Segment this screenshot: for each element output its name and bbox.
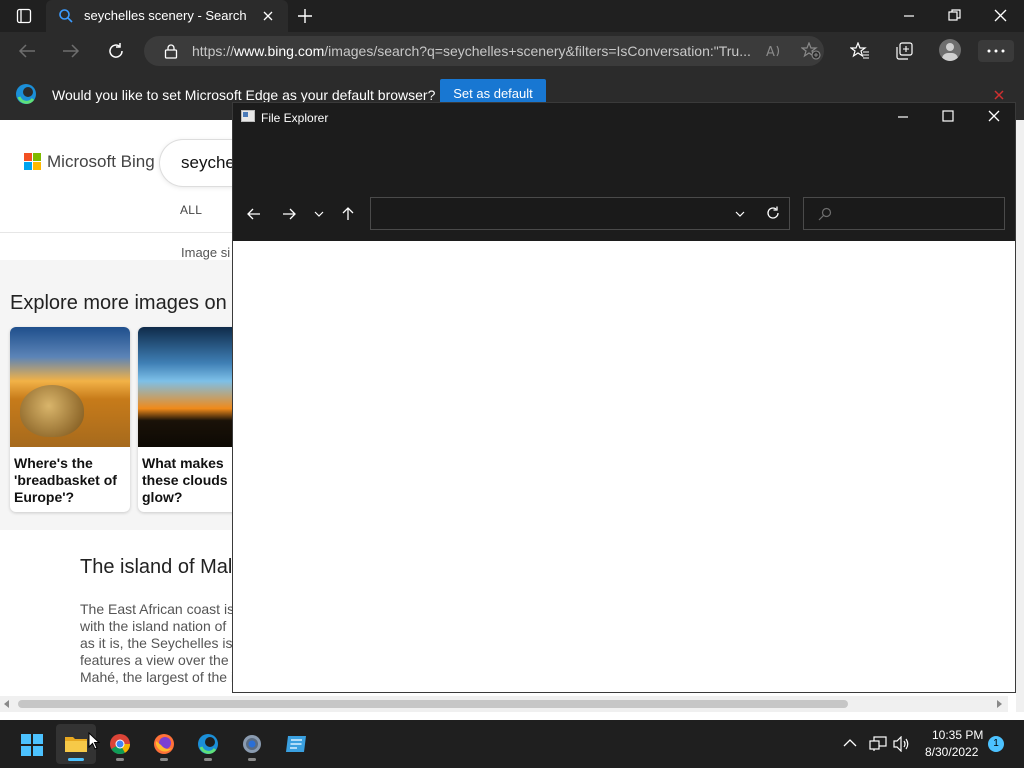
collections-icon[interactable] [895, 42, 914, 60]
new-tab-icon[interactable] [297, 8, 313, 24]
tab-all[interactable]: ALL [180, 203, 202, 217]
network-icon[interactable] [869, 736, 887, 752]
close-icon[interactable] [994, 9, 1007, 22]
hay-bale-shape [20, 385, 84, 437]
firefox-icon [153, 733, 175, 755]
search-icon [818, 207, 832, 221]
taskbar: 10:35 PM 8/30/2022 1 [0, 720, 1024, 768]
explore-title: Explore more images on [10, 292, 227, 314]
taskbar-app[interactable] [276, 724, 316, 764]
chevron-down-icon[interactable] [735, 211, 745, 217]
taskbar-firefox[interactable] [144, 724, 184, 764]
article-body: The East African coast is with the islan… [80, 601, 235, 685]
restore-icon[interactable] [948, 9, 961, 22]
favorites-icon[interactable] [850, 42, 870, 60]
edge-icon [197, 733, 219, 755]
file-explorer-search-field[interactable] [803, 197, 1005, 230]
running-indicator [116, 758, 124, 761]
address-bar[interactable]: https://www.bing.com/images/search?q=sey… [144, 36, 824, 66]
tab-strip: seychelles scenery - Search [0, 0, 1024, 32]
explore-card[interactable]: Where's the 'breadbasket of Europe'? [10, 327, 130, 512]
scroll-right-icon[interactable] [996, 700, 1002, 708]
bing-logo-text[interactable]: Microsoft Bing [47, 152, 155, 172]
maximize-icon[interactable] [942, 110, 954, 122]
lock-icon[interactable] [164, 43, 178, 59]
taskbar-chrome[interactable] [100, 724, 140, 764]
article-title: The island of Mal [80, 556, 233, 578]
refresh-icon[interactable] [107, 42, 125, 60]
tab-title: seychelles scenery - Search [84, 8, 247, 23]
file-explorer-content[interactable] [233, 241, 1015, 692]
close-icon[interactable] [988, 110, 1000, 122]
running-indicator [204, 758, 212, 761]
chrome-icon [109, 733, 131, 755]
folder-icon [64, 734, 88, 754]
horizontal-scrollbar[interactable] [0, 696, 1008, 712]
taskbar-settings[interactable] [232, 724, 272, 764]
mouse-cursor-icon [88, 732, 100, 750]
gear-icon [241, 733, 263, 755]
scroll-left-icon[interactable] [4, 700, 10, 708]
window-app-icon [285, 735, 307, 753]
filter-image-size[interactable]: Image si [181, 245, 230, 260]
file-explorer-app-icon [241, 110, 255, 122]
settings-more-button[interactable] [978, 40, 1014, 62]
card-caption: Where's the 'breadbasket of Europe'? [14, 455, 117, 505]
browser-tab[interactable]: seychelles scenery - Search [46, 0, 288, 32]
minimize-icon[interactable] [897, 111, 909, 123]
volume-icon[interactable] [893, 736, 911, 752]
search-query: seyche [181, 153, 235, 172]
clock-date[interactable]: 8/30/2022 [925, 745, 978, 759]
forward-icon[interactable] [282, 208, 296, 220]
file-explorer-address-field[interactable] [370, 197, 790, 230]
back-icon[interactable] [247, 208, 261, 220]
read-aloud-icon[interactable]: A [765, 42, 783, 60]
taskbar-edge[interactable] [188, 724, 228, 764]
minimize-icon[interactable] [903, 10, 915, 22]
start-button[interactable] [12, 724, 52, 764]
up-icon[interactable] [342, 207, 354, 221]
microsoft-logo-icon[interactable] [24, 153, 42, 171]
svg-text:A: A [766, 45, 775, 60]
running-indicator [248, 758, 256, 761]
add-favorite-icon[interactable] [801, 42, 821, 60]
running-indicator [160, 758, 168, 761]
chevron-up-icon[interactable] [843, 739, 857, 747]
close-tab-icon[interactable] [262, 10, 274, 22]
more-icon [987, 49, 1005, 53]
windows-logo-icon [21, 734, 43, 756]
vertical-scrollbar[interactable] [1016, 120, 1024, 712]
clock-time[interactable]: 10:35 PM [932, 728, 983, 742]
profile-avatar[interactable] [939, 39, 961, 61]
infobar-message: Would you like to set Microsoft Edge as … [52, 87, 436, 103]
close-infobar-icon[interactable] [993, 89, 1005, 101]
card-image [10, 327, 130, 447]
back-icon[interactable] [18, 43, 36, 59]
file-explorer-navbar [233, 189, 1015, 241]
search-icon [58, 8, 74, 24]
scrollbar-thumb[interactable] [18, 700, 848, 708]
edge-logo-icon [15, 83, 37, 105]
refresh-icon[interactable] [766, 206, 780, 220]
forward-icon[interactable] [62, 43, 80, 59]
file-explorer-titlebar[interactable]: File Explorer [233, 103, 1015, 189]
recent-locations-icon[interactable] [314, 211, 324, 217]
active-indicator [68, 758, 84, 761]
url-text[interactable]: https://www.bing.com/images/search?q=sey… [192, 43, 751, 59]
notification-badge[interactable]: 1 [988, 736, 1004, 752]
file-explorer-window: File Explorer [232, 102, 1016, 693]
file-explorer-title: File Explorer [261, 111, 329, 125]
tab-actions-icon[interactable] [16, 8, 32, 24]
